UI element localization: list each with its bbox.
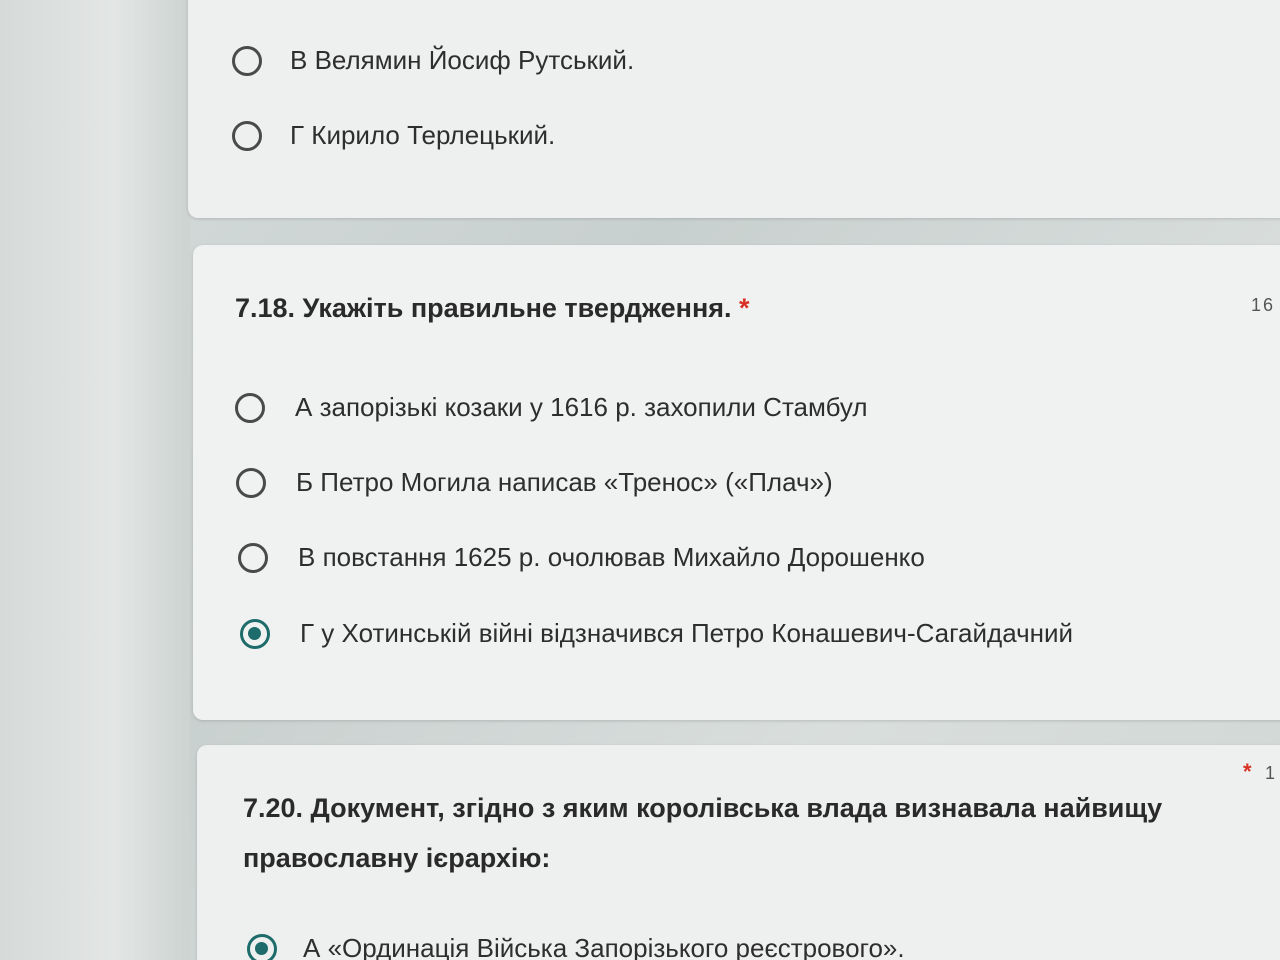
question-card-7-18: 7.18. Укажіть правильне твердження. * 16… — [193, 245, 1280, 720]
option-label: В повстання 1625 р. очолював Михайло Дор… — [298, 542, 925, 572]
radio-button[interactable] — [235, 392, 265, 423]
question-card-previous: В Велямин Йосиф Рутський. Г Кирило Терле… — [188, 0, 1280, 218]
points-label: 16 — [1251, 295, 1276, 315]
radio-button[interactable] — [236, 467, 266, 498]
radio-button[interactable] — [232, 120, 262, 151]
question-title: 7.18. Укажіть правильне твердження. * — [235, 293, 750, 324]
required-asterisk: * — [739, 293, 750, 323]
option-v[interactable]: В повстання 1625 р. очолював Михайло Дор… — [238, 542, 925, 573]
radio-button[interactable] — [232, 45, 262, 76]
question-card-7-20: 7.20. Документ, згідно з яким королівськ… — [197, 745, 1280, 960]
option-h-terletskyi[interactable]: Г Кирило Терлецький. — [232, 120, 555, 151]
option-label: Г Кирило Терлецький. — [290, 120, 556, 150]
option-v-veliamyn[interactable]: В Велямин Йосиф Рутський. — [232, 45, 634, 76]
option-b[interactable]: Б Петро Могила написав «Тренос» («Плач») — [236, 467, 833, 498]
option-label: А «Ординація Війська Запорізького реєстр… — [303, 933, 905, 960]
points-label: 1 — [1265, 763, 1278, 783]
radio-button-selected[interactable] — [247, 933, 277, 960]
radio-button-selected[interactable] — [240, 618, 270, 649]
required-asterisk: * — [1243, 759, 1252, 784]
option-label: В Велямин Йосиф Рутський. — [290, 45, 635, 75]
option-a[interactable]: А запорізькі козаки у 1616 р. захопили С… — [235, 392, 868, 423]
option-label: А запорізькі козаки у 1616 р. захопили С… — [295, 392, 868, 422]
question-title-line-1: 7.20. Документ, згідно з яким королівськ… — [243, 793, 1163, 823]
option-a[interactable]: А «Ординація Війська Запорізького реєстр… — [247, 933, 905, 960]
question-text: 7.18. Укажіть правильне твердження. — [235, 293, 732, 323]
option-label: Г у Хотинській війні відзначився Петро К… — [300, 618, 1074, 648]
option-label: Б Петро Могила написав «Тренос» («Плач») — [296, 467, 833, 497]
option-h[interactable]: Г у Хотинській війні відзначився Петро К… — [240, 618, 1073, 649]
radio-button[interactable] — [238, 542, 268, 573]
question-title-line-2: православну ієрархію: — [243, 843, 551, 873]
window-left-margin — [0, 0, 190, 960]
